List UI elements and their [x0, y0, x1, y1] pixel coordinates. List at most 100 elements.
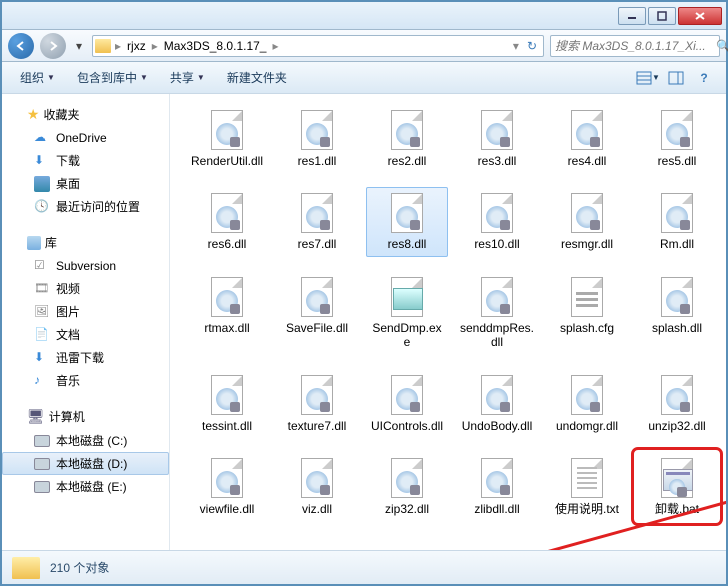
file-item[interactable]: res7.dll — [276, 187, 358, 256]
organize-button[interactable]: 组织▼ — [12, 65, 63, 90]
drive-icon — [34, 458, 50, 470]
breadcrumb-sep[interactable]: ▸ — [272, 39, 278, 53]
file-item[interactable]: undomgr.dll — [546, 369, 628, 438]
file-item[interactable]: SaveFile.dll — [276, 271, 358, 355]
navbar: ▾ ▸ rjxz ▸ Max3DS_8.0.1.17_ ▸ ▾ ↻ 🔍 — [2, 30, 726, 62]
maximize-button[interactable] — [648, 7, 676, 25]
file-name: splash.cfg — [560, 321, 614, 335]
close-button[interactable] — [678, 7, 722, 25]
help-button[interactable]: ? — [692, 67, 716, 89]
file-item[interactable]: resmgr.dll — [546, 187, 628, 256]
sidebar-documents[interactable]: 📄文档 — [2, 323, 169, 346]
sidebar-desktop[interactable]: 桌面 — [2, 172, 169, 195]
file-item[interactable]: 卸载.bat — [636, 452, 718, 521]
breadcrumb-sep[interactable]: ▸ — [152, 39, 158, 53]
download-icon: ⬇ — [34, 153, 50, 169]
file-item[interactable]: res8.dll — [366, 187, 448, 256]
dll-icon — [386, 109, 428, 151]
minimize-button[interactable] — [618, 7, 646, 25]
sidebar-drive-c[interactable]: 本地磁盘 (C:) — [2, 429, 169, 452]
file-pane[interactable]: RenderUtil.dllres1.dllres2.dllres3.dllre… — [170, 94, 726, 550]
dll-icon — [566, 374, 608, 416]
sidebar-xunlei[interactable]: ⬇迅雷下载 — [2, 346, 169, 369]
file-name: res7.dll — [298, 237, 337, 251]
file-item[interactable]: splash.dll — [636, 271, 718, 355]
file-item[interactable]: zip32.dll — [366, 452, 448, 521]
file-name: UndoBody.dll — [462, 419, 533, 433]
sidebar-pictures[interactable]: 🖼图片 — [2, 300, 169, 323]
file-item[interactable]: rtmax.dll — [186, 271, 268, 355]
sidebar-recent[interactable]: 🕓最近访问的位置 — [2, 195, 169, 218]
search-input[interactable] — [555, 39, 712, 53]
history-dropdown[interactable]: ▾ — [72, 33, 86, 59]
new-folder-button[interactable]: 新建文件夹 — [219, 65, 295, 90]
sidebar: ▷★收藏夹 ☁OneDrive ⬇下载 桌面 🕓最近访问的位置 ▷库 ☑Subv… — [2, 94, 170, 550]
folder-icon — [12, 557, 40, 579]
sidebar-downloads[interactable]: ⬇下载 — [2, 149, 169, 172]
file-item[interactable]: unzip32.dll — [636, 369, 718, 438]
file-item[interactable]: SendDmp.exe — [366, 271, 448, 355]
file-item[interactable]: res10.dll — [456, 187, 538, 256]
file-item[interactable]: Rm.dll — [636, 187, 718, 256]
back-button[interactable] — [8, 33, 34, 59]
sidebar-drive-d[interactable]: 本地磁盘 (D:) — [2, 452, 169, 475]
dll-icon — [566, 109, 608, 151]
file-item[interactable]: viz.dll — [276, 452, 358, 521]
dll-icon — [386, 192, 428, 234]
drive-icon — [34, 481, 50, 493]
refresh-button[interactable]: ↻ — [523, 39, 541, 53]
pictures-icon: 🖼 — [34, 304, 50, 320]
file-name: texture7.dll — [288, 419, 347, 433]
file-item[interactable]: res5.dll — [636, 104, 718, 173]
file-item[interactable]: splash.cfg — [546, 271, 628, 355]
file-name: 卸载.bat — [655, 502, 699, 516]
dll-icon — [296, 276, 338, 318]
sidebar-drive-e[interactable]: 本地磁盘 (E:) — [2, 475, 169, 498]
breadcrumb-1[interactable]: rjxz — [125, 39, 148, 53]
file-item[interactable]: res3.dll — [456, 104, 538, 173]
file-item[interactable]: zlibdll.dll — [456, 452, 538, 521]
file-item[interactable]: res4.dll — [546, 104, 628, 173]
view-button[interactable]: ▼ — [636, 67, 660, 89]
file-item[interactable]: UndoBody.dll — [456, 369, 538, 438]
file-item[interactable]: UIControls.dll — [366, 369, 448, 438]
file-name: undomgr.dll — [556, 419, 618, 433]
file-name: zip32.dll — [385, 502, 429, 516]
recent-icon: 🕓 — [34, 199, 50, 215]
sidebar-subversion[interactable]: ☑Subversion — [2, 255, 169, 277]
share-button[interactable]: 共享▼ — [162, 65, 213, 90]
file-item[interactable]: res2.dll — [366, 104, 448, 173]
breadcrumb-2[interactable]: Max3DS_8.0.1.17_ — [162, 39, 269, 53]
desktop-icon — [34, 176, 50, 192]
computer-header[interactable]: ▷🖥计算机 — [2, 404, 169, 429]
sidebar-onedrive[interactable]: ☁OneDrive — [2, 127, 169, 149]
dll-icon — [386, 457, 428, 499]
file-item[interactable]: texture7.dll — [276, 369, 358, 438]
sidebar-music[interactable]: ♪音乐 — [2, 369, 169, 392]
include-library-button[interactable]: 包含到库中▼ — [69, 65, 156, 90]
cloud-icon: ☁ — [34, 130, 50, 146]
file-item[interactable]: viewfile.dll — [186, 452, 268, 521]
dll-icon — [206, 457, 248, 499]
file-item[interactable]: res1.dll — [276, 104, 358, 173]
libraries-header[interactable]: ▷库 — [2, 230, 169, 255]
file-item[interactable]: 使用说明.txt — [546, 452, 628, 521]
breadcrumb-sep[interactable]: ▸ — [115, 39, 121, 53]
file-item[interactable]: res6.dll — [186, 187, 268, 256]
file-item[interactable]: senddmpRes.dll — [456, 271, 538, 355]
file-item[interactable]: RenderUtil.dll — [186, 104, 268, 173]
forward-button[interactable] — [40, 33, 66, 59]
search-box[interactable]: 🔍 — [550, 35, 720, 57]
preview-pane-button[interactable] — [664, 67, 688, 89]
address-bar[interactable]: ▸ rjxz ▸ Max3DS_8.0.1.17_ ▸ ▾ ↻ — [92, 35, 544, 57]
sidebar-videos[interactable]: 🎞视频 — [2, 277, 169, 300]
search-icon[interactable]: 🔍 — [716, 39, 728, 53]
dll-icon — [656, 192, 698, 234]
video-icon: 🎞 — [34, 281, 50, 297]
star-icon: ★ — [27, 106, 40, 123]
file-item[interactable]: tessint.dll — [186, 369, 268, 438]
favorites-header[interactable]: ▷★收藏夹 — [2, 102, 169, 127]
file-name: tessint.dll — [202, 419, 252, 433]
statusbar: 210 个对象 — [2, 550, 726, 584]
address-dropdown[interactable]: ▾ — [513, 39, 519, 53]
